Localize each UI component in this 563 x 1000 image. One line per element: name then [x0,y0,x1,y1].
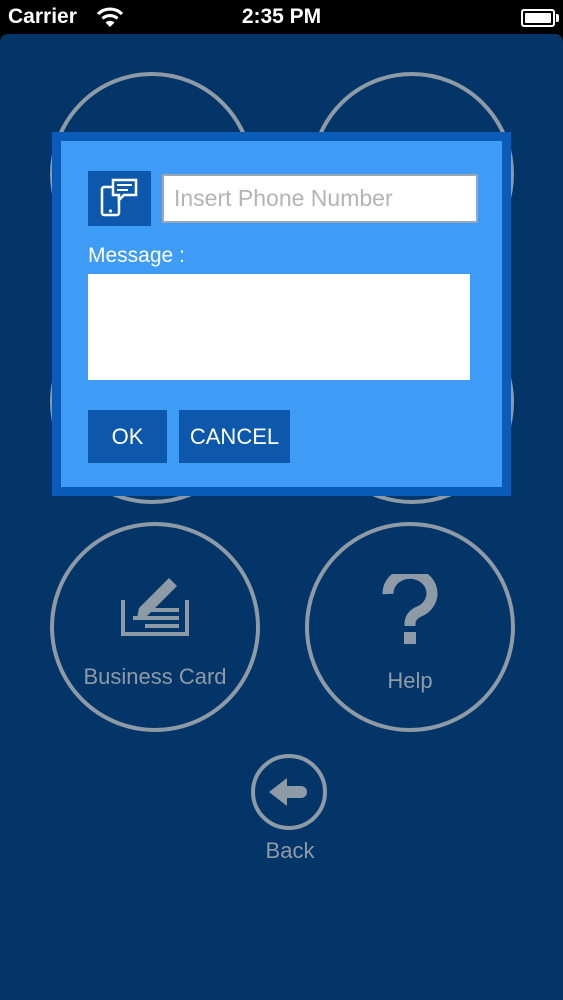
back-arrow-icon [251,754,327,830]
dialog-panel: Message : OK CANCEL [61,141,502,487]
status-bar: Carrier 2:35 PM [0,0,563,34]
cancel-button[interactable]: CANCEL [179,410,290,463]
message-label: Message : [88,244,185,267]
help-icon [380,567,440,651]
battery-icon [521,9,559,27]
business-card-tile[interactable]: Business Card [50,522,260,732]
back-button[interactable]: Back [250,754,330,864]
business-card-label: Business Card [83,664,227,689]
message-textarea[interactable] [88,274,470,380]
phone-number-input[interactable] [162,174,478,223]
business-card-icon [117,572,193,643]
ok-button[interactable]: OK [88,410,167,463]
back-label: Back [265,838,315,863]
sms-dialog: Message : OK CANCEL [52,132,511,496]
help-label: Help [387,668,433,693]
sms-phone-icon [88,171,151,226]
status-time: 2:35 PM [241,5,322,28]
help-tile[interactable]: Help [305,522,515,732]
